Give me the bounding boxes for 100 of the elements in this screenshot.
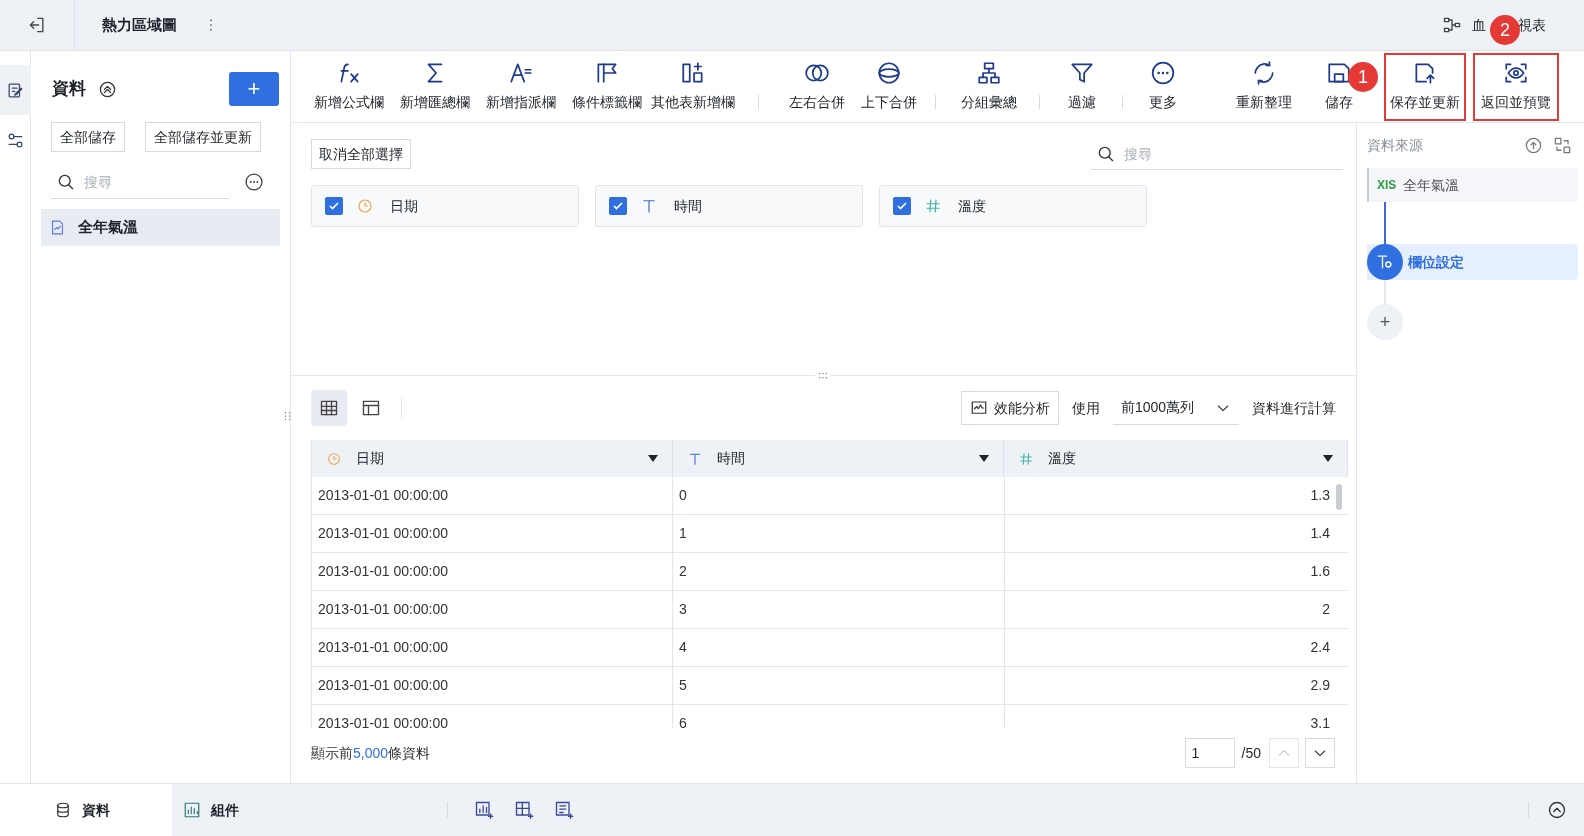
column-header[interactable]: 日期: [312, 440, 673, 477]
swap-icon[interactable]: [1553, 136, 1572, 155]
table-cell: 2013-01-01 00:00:00: [312, 629, 673, 666]
add-chart-icon[interactable]: [474, 800, 494, 820]
source-node[interactable]: XlS 全年氣溫: [1367, 168, 1578, 202]
text-type-icon: [640, 197, 658, 215]
stacked-ellipses-icon: [876, 60, 902, 86]
row-limit-dropdown[interactable]: 前1000萬列: [1113, 391, 1239, 425]
panel-heading: 資料來源: [1367, 136, 1423, 155]
toolbar-button[interactable]: 保存並更新: [1384, 52, 1466, 121]
bottom-tab[interactable]: 資料: [0, 784, 172, 836]
table-cell: 4: [673, 629, 1005, 666]
chart-file-icon: [49, 219, 66, 236]
collapse-icon[interactable]: [98, 79, 117, 99]
field-name: 溫度: [958, 196, 986, 216]
add-button[interactable]: +: [229, 72, 279, 106]
table-cell: 5: [673, 667, 1005, 704]
toolbar-button[interactable]: 新增指派欄: [478, 52, 564, 121]
table-cell: 2013-01-01 00:00:00: [312, 515, 673, 552]
hash-icon: [1018, 450, 1035, 467]
rail-tab[interactable]: [0, 65, 31, 115]
toolbar-button[interactable]: 返回並預覽: [1473, 52, 1559, 121]
table-cell: 1.6: [1005, 553, 1348, 590]
grid-icon: [319, 398, 339, 418]
toolbar-button[interactable]: 更多: [1128, 52, 1198, 121]
scrollbar-thumb[interactable]: [1336, 484, 1342, 510]
table-cell: 2013-01-01 00:00:00: [312, 667, 673, 704]
toolbar-button[interactable]: 其他表新增欄: [650, 52, 736, 121]
field-name: 日期: [390, 196, 418, 216]
expand-up-icon[interactable]: [1547, 800, 1567, 820]
lineage-link[interactable]: 視表: [1518, 14, 1546, 36]
file-type-label: XlS: [1377, 177, 1397, 194]
step-badge: 1: [1348, 62, 1378, 92]
column-header[interactable]: 時間: [672, 440, 1005, 477]
panel-heading: 資料: [52, 78, 86, 101]
more-icon[interactable]: [244, 172, 264, 192]
toolbar-button[interactable]: 重新整理: [1219, 52, 1309, 121]
search-field[interactable]: 搜尋: [51, 165, 229, 199]
view-toggle[interactable]: [311, 390, 347, 426]
table-cell: 2013-01-01 00:00:00: [312, 477, 673, 514]
table-cell: 2013-01-01 00:00:00: [312, 705, 673, 728]
checkbox[interactable]: [325, 197, 343, 215]
lineage-link[interactable]: 血: [1472, 14, 1486, 36]
check-icon: [612, 200, 624, 212]
check-icon: [328, 200, 340, 212]
page-down-button[interactable]: [1305, 738, 1335, 768]
toolbar-button[interactable]: 新增匯總欄: [392, 52, 478, 121]
page-input[interactable]: 1: [1184, 738, 1235, 768]
monitor-pulse-icon: [970, 399, 988, 417]
check-icon: [896, 200, 908, 212]
checkbox[interactable]: [893, 197, 911, 215]
save-icon: [1326, 60, 1352, 86]
exit-icon[interactable]: [27, 15, 47, 35]
table-cell: 2: [673, 553, 1005, 590]
add-step-button[interactable]: +: [1367, 304, 1403, 340]
lineage-icon[interactable]: [1442, 15, 1462, 35]
add-table-icon[interactable]: [514, 800, 534, 820]
toolbar-button[interactable]: 上下合併: [853, 52, 925, 121]
toolbar-button[interactable]: 條件標籤欄: [564, 52, 650, 121]
checkbox[interactable]: [609, 197, 627, 215]
toolbar-button[interactable]: 新增公式欄: [306, 52, 392, 121]
sort-caret-icon[interactable]: [1323, 455, 1333, 462]
history-icon[interactable]: [1524, 136, 1543, 155]
toolbar-button[interactable]: 分組彙總: [946, 52, 1032, 121]
search-icon: [1096, 144, 1116, 164]
table-cell: 2: [1005, 591, 1348, 628]
table-cell: 2013-01-01 00:00:00: [312, 591, 673, 628]
table-cell: 3.1: [1005, 705, 1348, 728]
clock-icon: [356, 197, 374, 215]
table-cell: 2.9: [1005, 667, 1348, 704]
toolbar-button[interactable]: 過濾: [1047, 52, 1117, 121]
add-column-icon: [680, 60, 706, 86]
hash-icon: [924, 197, 942, 215]
toolbar-button[interactable]: 左右合併: [781, 52, 853, 121]
layout-icon: [361, 398, 381, 418]
deselect-all-button[interactable]: 取消全部選擇: [311, 139, 411, 169]
table-cell: 1: [673, 515, 1005, 552]
table-list-item[interactable]: 全年氣溫: [41, 209, 280, 246]
step-node[interactable]: 欄位設定: [1367, 244, 1578, 280]
save-all-button[interactable]: 全部儲存: [51, 122, 125, 152]
table-cell: 2.4: [1005, 629, 1348, 666]
table-cell: 0: [673, 477, 1005, 514]
field-name: 時間: [674, 196, 702, 216]
compute-label: 資料進行計算: [1252, 398, 1336, 418]
chart-icon: [183, 801, 201, 819]
performance-button[interactable]: 效能分析: [961, 391, 1059, 425]
sort-caret-icon[interactable]: [979, 455, 990, 462]
column-header[interactable]: 溫度: [1004, 440, 1348, 477]
more-icon: [1150, 60, 1176, 86]
table-cell: 2013-01-01 00:00:00: [312, 553, 673, 590]
eye-scan-icon: [1503, 60, 1529, 86]
table-cell: 1.4: [1005, 515, 1348, 552]
search-icon: [56, 172, 76, 192]
sort-caret-icon[interactable]: [647, 455, 658, 462]
add-list-icon[interactable]: [554, 800, 574, 820]
bottom-tab[interactable]: 組件: [172, 784, 247, 836]
clock-icon: [326, 450, 342, 467]
save-all-button[interactable]: 全部儲存並更新: [145, 122, 261, 152]
table-cell: 3: [673, 591, 1005, 628]
search-field[interactable]: 搜尋: [1091, 138, 1343, 170]
